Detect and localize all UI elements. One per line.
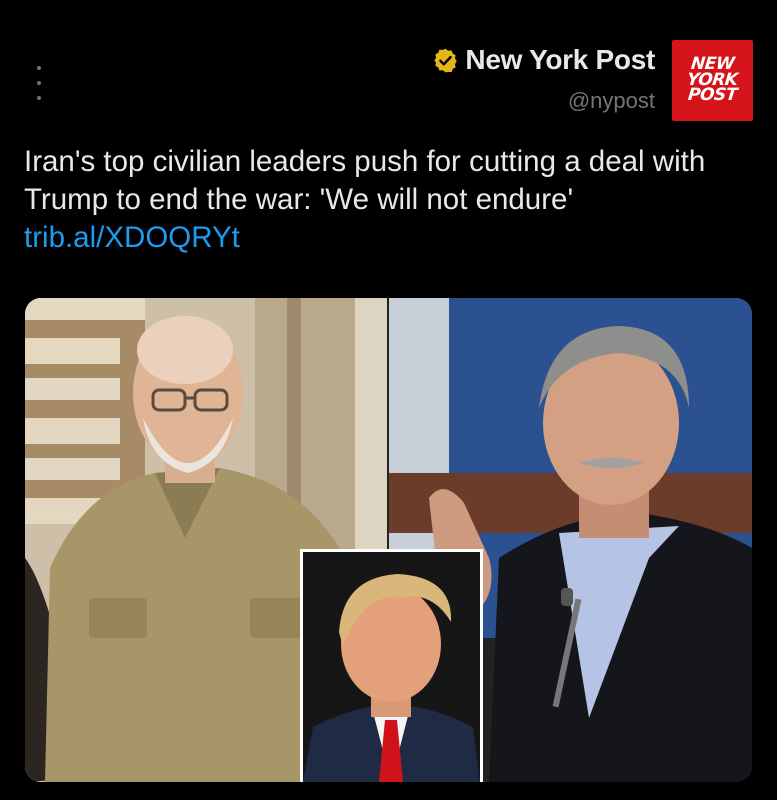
media-photo-inset [300,549,483,782]
logo-line-3: POST [687,85,739,106]
author-name-row: New York Post [432,44,655,76]
post-link[interactable]: trib.al/XDOQRYt [24,221,240,254]
post-author[interactable]: New York Post @nypost [432,44,655,114]
post-text: Iran's top civilian leaders push for cut… [24,143,744,257]
author-display-name[interactable]: New York Post [465,44,655,76]
post-media[interactable] [25,298,752,782]
avatar[interactable]: NEW YORK POST [672,40,753,121]
verified-badge-icon [434,48,458,72]
more-options-icon[interactable] [32,66,46,100]
author-handle[interactable]: @nypost [432,88,655,114]
post-body: Iran's top civilian leaders push for cut… [24,145,706,216]
inset-portrait-image [303,552,480,782]
